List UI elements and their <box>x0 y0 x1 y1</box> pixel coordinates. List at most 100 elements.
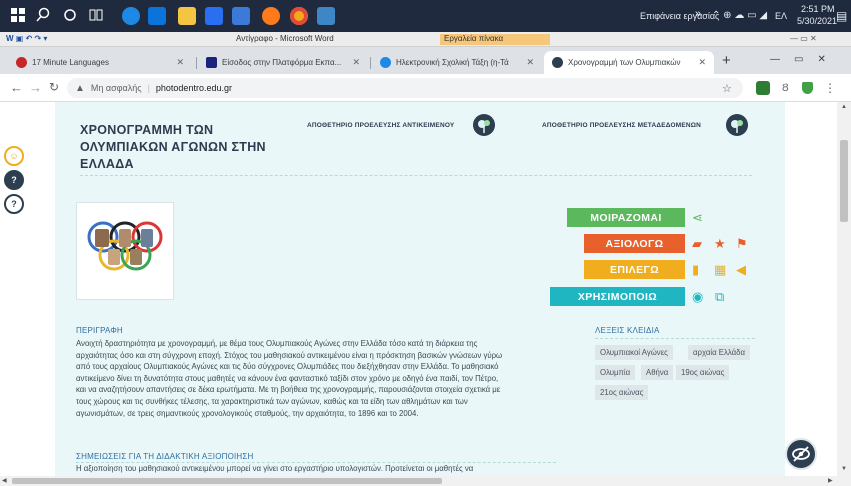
resource-thumbnail[interactable] <box>76 202 174 300</box>
teams-icon[interactable] <box>205 7 223 25</box>
megaphone-icon[interactable]: ◀ <box>736 260 746 279</box>
word-quick-access[interactable]: W ▣ ↶ ↷ ▾ <box>6 34 47 43</box>
mail-icon[interactable] <box>232 7 250 25</box>
tab-label: 17 Minute Languages <box>32 58 109 67</box>
keyword-tag[interactable]: αρχαία Ελλάδα <box>688 345 750 360</box>
bookmark-star-icon[interactable]: ☆ <box>722 82 732 95</box>
select-button[interactable]: ΕΠΙΛΕΓΩ <box>584 260 685 279</box>
scroll-right-icon[interactable]: ▶ <box>828 477 833 484</box>
photodentro-metadata-logo-icon[interactable] <box>726 114 748 136</box>
star-icon[interactable]: ★ <box>714 234 726 253</box>
keywords-heading: ΛΕΞΕΙΣ ΚΛΕΙΔΙΑ <box>595 326 660 335</box>
side-info-button[interactable]: ? <box>4 170 24 190</box>
tray-icons[interactable]: ⌃ ⊕ ☁ ▭ ◢ <box>712 10 767 21</box>
eye-icon[interactable]: ◉ <box>692 287 703 306</box>
repo-metadata-label[interactable]: ΑΠΟΘΕΤΗΡΙΟ ΠΡΟΕΛΕΥΣΗΣ ΜΕΤΑΔΕΔΟΜΕΝΩΝ <box>542 122 701 129</box>
toolbar-chevron[interactable]: » <box>695 8 701 20</box>
photodentro-logo-icon[interactable] <box>473 114 495 136</box>
extension-icon[interactable] <box>756 81 770 95</box>
window-controls[interactable]: —▭✕ <box>770 54 840 65</box>
description-heading: ΠΕΡΙΓΡΑΦΗ <box>76 326 123 335</box>
accessibility-button[interactable] <box>785 438 817 470</box>
profile-icon[interactable]: Ȣ <box>782 82 789 94</box>
shield-extension-icon[interactable] <box>802 82 813 94</box>
repo-objects-label[interactable]: ΑΠΟΘΕΤΗΡΙΟ ΠΡΟΕΛΕΥΣΗΣ ΑΝΤΙΚΕΙΜΕΝΟΥ <box>307 122 454 129</box>
tab-label: Χρονογραμμή των Ολυμπιακών <box>568 58 681 67</box>
grid-icon[interactable]: ▦ <box>714 260 726 279</box>
chrome-icon[interactable] <box>290 7 308 25</box>
rate-button[interactable]: ΑΞΙΟΛΟΓΩ <box>584 234 685 253</box>
horizontal-scroll-thumb[interactable] <box>12 478 442 484</box>
tab-close-icon[interactable]: ✕ <box>698 57 706 68</box>
tab-favicon-icon <box>552 57 563 68</box>
use-button[interactable]: ΧΡΗΣΙΜΟΠΟΙΩ <box>550 287 685 306</box>
url-text: photodentro.edu.gr <box>155 83 232 93</box>
word-window-title: Αντίγραφο - Microsoft Word <box>236 34 334 43</box>
store-icon[interactable] <box>148 7 166 25</box>
firefox-icon[interactable] <box>262 7 280 25</box>
description-text: Ανοιχτή δραστηριότητα με χρονογραμμή, με… <box>76 339 503 418</box>
menu-dots-icon[interactable]: ⋮ <box>824 81 836 95</box>
new-tab-button[interactable]: + <box>722 52 731 69</box>
word-title-bar: W ▣ ↶ ↷ ▾ Αντίγραφο - Microsoft Word Εργ… <box>0 32 851 47</box>
share-button[interactable]: ΜΟΙΡΑΖΟΜΑΙ <box>567 208 685 227</box>
tab-platform-login[interactable]: Είσοδος στην Πλατφόρμα Εκπα... ✕ <box>198 51 368 74</box>
share-icon[interactable]: ⋖ <box>692 208 703 227</box>
clock-date[interactable]: 5/30/2021 <box>797 16 837 26</box>
tab-close-icon[interactable]: ✕ <box>526 57 534 68</box>
keyword-tag[interactable]: Ολυμπία <box>595 365 636 380</box>
windows-start-icon[interactable] <box>10 7 28 25</box>
vertical-scrollbar[interactable]: ▲ ▼ <box>837 102 851 476</box>
cortana-icon[interactable] <box>62 7 80 25</box>
edge-icon[interactable] <box>122 7 140 25</box>
scroll-up-icon[interactable]: ▲ <box>841 104 847 110</box>
keyword-tag[interactable]: Αθήνα <box>641 365 674 380</box>
keyword-tag[interactable]: Ολυμπιακοί Αγώνες <box>595 345 673 360</box>
search-icon[interactable] <box>35 7 53 25</box>
browser-toolbar: ← → ↻ ▲ Μη ασφαλής | photodentro.edu.gr … <box>0 74 851 102</box>
photos-icon[interactable] <box>317 7 335 25</box>
notes-heading: ΣΗΜΕΙΩΣΕΙΣ ΓΙΑ ΤΗ ΔΙΔΑΚΤΙΚΗ ΑΞΙΟΠΟΙΗΣΗ <box>76 452 254 461</box>
header-divider <box>80 175 752 176</box>
side-faq-button[interactable]: ? <box>4 194 24 214</box>
bookmark-icon[interactable]: ▮ <box>692 260 699 279</box>
flag-icon[interactable]: ⚑ <box>736 234 748 253</box>
vertical-scroll-thumb[interactable] <box>840 140 848 222</box>
keywords-divider <box>595 338 755 339</box>
tab-olympics-timeline[interactable]: Χρονογραμμή των Ολυμπιακών ✕ <box>544 51 714 74</box>
reload-icon[interactable]: ↻ <box>49 80 59 94</box>
notification-icon[interactable]: ▤ <box>836 9 847 23</box>
warning-icon[interactable]: ▲ <box>75 83 85 94</box>
notes-text: Η αξιοποίηση του μαθησιακού αντικειμένου… <box>76 464 474 473</box>
external-link-icon[interactable]: ⧉ <box>715 287 724 306</box>
olympic-rings-image <box>77 203 173 299</box>
side-help-button[interactable]: ☺ <box>4 146 24 166</box>
forward-arrow-icon[interactable]: → <box>29 80 42 95</box>
tab-17-minute-languages[interactable]: 17 Minute Languages ✕ <box>8 51 192 74</box>
page-viewport: ☺ ? ? ΧΡΟΝΟΓΡΑΜΜΗ ΤΩΝ ΟΛΥΜΠΙΑΚΩΝ ΑΓΩΝΩΝ … <box>0 102 837 476</box>
tab-label: Είσοδος στην Πλατφόρμα Εκπα... <box>222 58 342 67</box>
keyword-tag[interactable]: 21ος αιώνας <box>595 385 649 400</box>
tab-label: Ηλεκτρονική Σχολική Τάξη (η-Τά <box>396 58 509 67</box>
tab-favicon-icon <box>206 57 217 68</box>
tab-e-class[interactable]: Ηλεκτρονική Σχολική Τάξη (η-Τά ✕ <box>372 51 542 74</box>
word-window-controls[interactable]: — ▭ ✕ <box>790 34 817 43</box>
desktop-toolbar-label[interactable]: Επιφάνεια εργασίας <box>640 11 719 21</box>
tab-close-icon[interactable]: ✕ <box>176 57 184 68</box>
file-explorer-icon[interactable] <box>178 7 196 25</box>
word-context-tab[interactable]: Εργαλεία πίνακα <box>440 34 550 45</box>
tab-close-icon[interactable]: ✕ <box>352 57 360 68</box>
page-title: ΧΡΟΝΟΓΡΑΜΜΗ ΤΩΝ ΟΛΥΜΠΙΑΚΩΝ ΑΓΩΝΩΝ ΣΤΗΝ Ε… <box>80 123 266 171</box>
address-bar[interactable]: ▲ Μη ασφαλής | photodentro.edu.gr <box>67 78 743 98</box>
keyword-tag[interactable]: 19ος αιώνας <box>676 365 730 380</box>
comment-icon[interactable]: ▰ <box>692 234 702 253</box>
back-arrow-icon[interactable]: ← <box>10 80 23 95</box>
resource-card: ΧΡΟΝΟΓΡΑΜΜΗ ΤΩΝ ΟΛΥΜΠΙΑΚΩΝ ΑΓΩΝΩΝ ΣΤΗΝ Ε… <box>55 102 785 476</box>
task-view-icon[interactable] <box>88 7 106 25</box>
scroll-down-icon[interactable]: ▼ <box>841 466 847 472</box>
scroll-left-icon[interactable]: ◀ <box>2 477 7 484</box>
horizontal-scrollbar[interactable]: ◀ ▶ <box>0 476 851 486</box>
security-label: Μη ασφαλής <box>90 83 142 93</box>
clock-time[interactable]: 2:51 PM <box>801 4 835 14</box>
language-indicator[interactable]: ΕΛ <box>775 11 787 21</box>
